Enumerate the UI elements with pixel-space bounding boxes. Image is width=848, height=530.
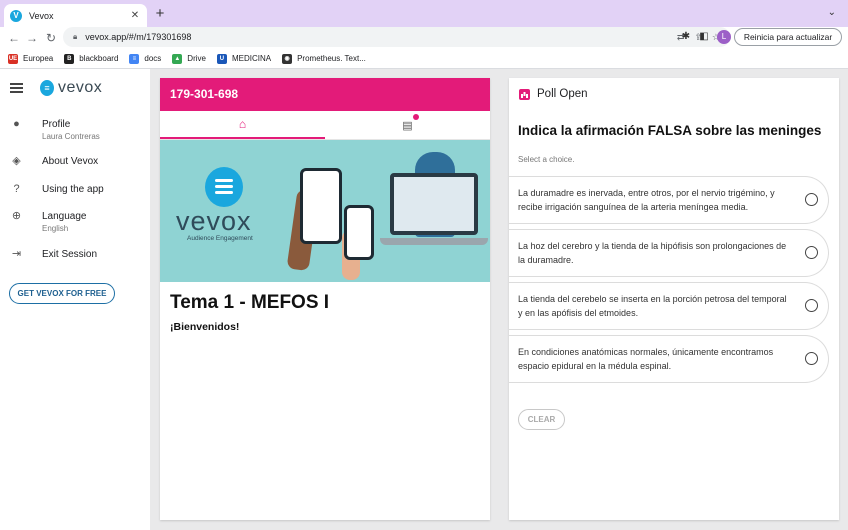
bookmark-label: MEDICINA: [231, 54, 272, 63]
notification-dot: [412, 113, 419, 120]
extensions-puzzle-icon[interactable]: ✱: [679, 31, 693, 42]
home-icon: ⌂: [238, 117, 247, 131]
bookmark-favicon-icon: ▲: [172, 53, 183, 64]
vevox-logo-icon: ≡: [40, 80, 54, 96]
sidebar-item-label: Using the app: [42, 184, 104, 195]
session-banner-image: vevox Audience Engagement: [160, 140, 490, 282]
lock-icon: 🔒︎: [73, 32, 78, 41]
session-pin: 179-301-698: [160, 78, 490, 111]
poll-status: Poll Open: [537, 88, 588, 100]
poll-choice[interactable]: En condiciones anatómicas normales, únic…: [509, 335, 829, 383]
radio-button[interactable]: [805, 352, 818, 365]
side-panel-icon[interactable]: ◧: [697, 31, 711, 42]
session-welcome: ¡Bienvenidos!: [170, 321, 240, 333]
address-bar[interactable]: 🔒︎ vevox.app/#/m/179301698 ⇄ ⇪ ☆: [63, 27, 730, 47]
poll-choice[interactable]: La hoz del cerebro y la tienda de la hip…: [509, 229, 829, 277]
tab-messages[interactable]: ▤: [325, 111, 490, 139]
illustration-laptop: [390, 173, 478, 235]
poll-choice[interactable]: La tienda del cerebelo se inserta en la …: [509, 282, 829, 330]
browser-tab[interactable]: V Vevox ✕: [4, 4, 147, 27]
bookmark-label: Drive: [187, 54, 206, 63]
bookmark-favicon-icon: ◉: [282, 53, 293, 64]
tab-title: Vevox: [29, 10, 54, 21]
reload-button[interactable]: ↻: [43, 30, 59, 46]
url-text[interactable]: vevox.app/#/m/179301698: [85, 32, 667, 42]
illustration-phone: [344, 205, 374, 260]
sidebar-item-label: About Vevox: [42, 156, 99, 167]
profile-avatar[interactable]: L: [717, 30, 731, 44]
tab-home[interactable]: ⌂: [160, 111, 325, 139]
sidebar-item-label: Exit Session: [42, 249, 98, 260]
sidebar-item-language[interactable]: ⊕ Language English: [10, 210, 87, 234]
compass-icon: ◈: [12, 155, 21, 167]
sidebar-item-about[interactable]: ◈ About Vevox: [10, 155, 98, 168]
close-tab-icon[interactable]: ✕: [129, 10, 141, 21]
banner-tagline: Audience Engagement: [187, 235, 253, 242]
poll-choice[interactable]: La duramadre es inervada, entre otros, p…: [509, 176, 829, 224]
sidebar-item-sublabel: English: [42, 224, 69, 233]
tab-strip: V Vevox ✕ + ⌄: [0, 0, 848, 27]
sidebar-item-sublabel: Laura Contreras: [42, 132, 100, 141]
bookmarks-bar: UE Europea Bblackboard ≡ docs ▲ Drive U MEDICINA…: [0, 49, 848, 69]
bookmark-favicon-icon: ≡: [129, 53, 140, 64]
sidebar: ≡ vevox ● Profile Laura Contreras ◈ Abou…: [0, 69, 150, 530]
logo-text: vevox: [58, 79, 103, 96]
bookmark-item[interactable]: Bblackboard: [64, 53, 119, 64]
bookmark-label: Prometheus. Text...: [297, 54, 366, 63]
tab-search-chevron-icon[interactable]: ⌄: [828, 7, 836, 18]
bookmark-label: Europea: [23, 54, 54, 63]
session-tabs: ⌂ ▤: [160, 111, 490, 140]
bookmark-item[interactable]: U MEDICINA: [216, 53, 272, 64]
page-content: ≡ vevox ● Profile Laura Contreras ◈ Abou…: [0, 69, 848, 530]
choice-text: La tienda del cerebelo se inserta en la …: [518, 294, 787, 318]
get-vevox-button[interactable]: GET VEVOX FOR FREE: [9, 283, 115, 304]
vevox-logo: ≡ vevox: [40, 79, 102, 97]
radio-button[interactable]: [805, 246, 818, 259]
sidebar-item-profile[interactable]: ● Profile Laura Contreras: [10, 118, 100, 142]
bookmark-favicon-icon: U: [216, 53, 227, 64]
choice-text: La hoz del cerebro y la tienda de la hip…: [518, 241, 787, 265]
poll-chart-icon: [519, 88, 530, 100]
sidebar-item-exit[interactable]: ⇥ Exit Session: [10, 248, 97, 261]
help-icon: ?: [13, 183, 20, 195]
new-tab-button[interactable]: +: [152, 5, 168, 23]
radio-button[interactable]: [805, 299, 818, 312]
bookmark-favicon-icon: B: [64, 53, 75, 64]
vevox-bubble-logo: [205, 167, 243, 207]
chat-icon: ▤: [402, 113, 419, 132]
globe-icon: ⊕: [11, 210, 22, 222]
clear-button[interactable]: CLEAR: [518, 409, 565, 430]
bookmark-label: blackboard: [79, 54, 119, 63]
session-title: Tema 1 - MEFOS I: [170, 292, 330, 313]
browser-toolbar: ← → ↻ 🔒︎ vevox.app/#/m/179301698 ⇄ ⇪ ☆ ✱…: [0, 27, 848, 49]
poll-card: Poll Open Indica la afirmación FALSA sob…: [509, 78, 839, 520]
sidebar-item-label: Profile: [42, 119, 71, 130]
sidebar-item-using-app[interactable]: ? Using the app: [10, 183, 104, 196]
poll-header: Poll Open: [519, 88, 588, 100]
update-button[interactable]: Reinicia para actualizar: [734, 28, 842, 46]
forward-button[interactable]: →: [24, 30, 40, 46]
poll-question: Indica la afirmación FALSA sobre las men…: [518, 123, 822, 138]
menu-icon[interactable]: [10, 83, 23, 93]
sidebar-item-label: Language: [42, 211, 87, 222]
bookmark-item[interactable]: ≡ docs: [129, 53, 162, 64]
session-card: 179-301-698 ⌂ ▤ vevox Audience Engagemen…: [160, 78, 490, 520]
radio-button[interactable]: [805, 193, 818, 206]
banner-logo-text: vevox: [176, 206, 252, 236]
choice-text: La duramadre es inervada, entre otros, p…: [518, 188, 775, 212]
exit-icon: ⇥: [11, 248, 22, 260]
vevox-favicon-icon: V: [10, 9, 22, 22]
illustration-laptop-base: [380, 238, 488, 245]
bookmark-label: docs: [144, 54, 162, 63]
account-icon: ●: [13, 118, 20, 130]
bookmark-favicon-icon: UE: [8, 53, 18, 64]
poll-hint: Select a choice.: [518, 155, 575, 164]
bookmark-item[interactable]: ◉ Prometheus. Text...: [282, 53, 366, 64]
back-button[interactable]: ←: [6, 30, 22, 46]
choice-text: En condiciones anatómicas normales, únic…: [518, 347, 774, 371]
bookmark-item[interactable]: ▲ Drive: [172, 53, 206, 64]
illustration-phone: [300, 168, 342, 244]
bookmark-item[interactable]: UE Europea: [8, 53, 54, 64]
